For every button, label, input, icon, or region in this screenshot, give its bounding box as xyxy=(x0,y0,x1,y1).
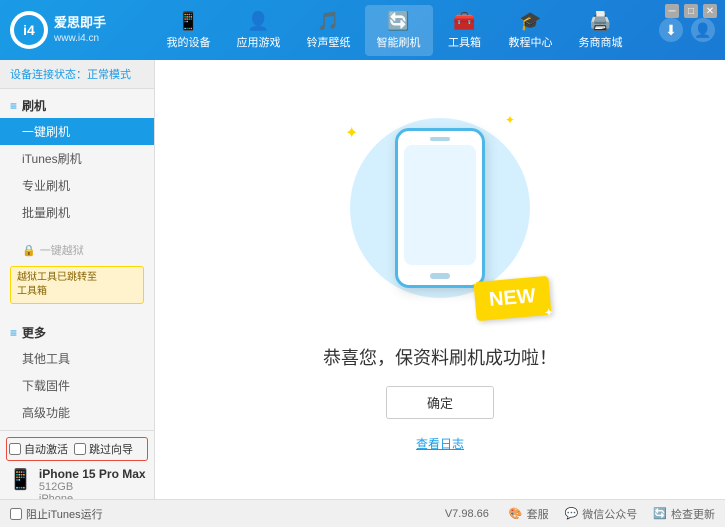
window-controls: ─ □ ✕ xyxy=(665,4,717,18)
sidebar-item-download-firmware[interactable]: 下载固件 xyxy=(0,372,154,399)
ringtones-icon: 🎵 xyxy=(317,11,339,32)
phone-home-btn xyxy=(430,273,450,279)
lock-icon: 🔒 xyxy=(22,244,36,257)
tutorials-icon: 🎓 xyxy=(519,11,541,32)
tab-my-device[interactable]: 📱 我的设备 xyxy=(155,5,223,56)
itunes-check-label: 阻止iTunes运行 xyxy=(26,506,103,522)
toolbox-icon: 🧰 xyxy=(453,11,475,32)
phone-body xyxy=(395,128,485,288)
smart-flash-icon: 🔄 xyxy=(387,11,409,32)
itunes-check[interactable]: 阻止iTunes运行 xyxy=(10,506,103,522)
phone-illustration: ✦ ✦ NEW xyxy=(340,108,540,328)
more-section: ≡ 更多 其他工具 下载固件 高级功能 xyxy=(0,316,154,430)
connection-status: 设备连接状态：正常模式 xyxy=(0,60,154,89)
phone-screen xyxy=(404,145,476,265)
device-storage: 512GB xyxy=(39,481,146,493)
confirm-button[interactable]: 确定 xyxy=(386,386,494,419)
sidebar-item-advanced[interactable]: 高级功能 xyxy=(0,399,154,426)
logo-icon: i4 xyxy=(10,11,48,49)
header-right: ⬇ 👤 xyxy=(659,18,725,42)
account-btn[interactable]: 👤 xyxy=(691,18,715,42)
main-container: 设备连接状态：正常模式 ≡ 刷机 一键刷机 iTunes刷机 专业刷机 批量刷机… xyxy=(0,60,725,499)
success-content: ✦ ✦ NEW 恭喜您，保资料刷机成功啦！ 确定 查看日志 xyxy=(323,108,557,452)
new-badge: NEW xyxy=(474,275,552,320)
auto-row: 自动激活 跳过向导 xyxy=(6,437,148,461)
tab-toolbox[interactable]: 🧰 工具箱 xyxy=(435,5,495,56)
more-group-icon: ≡ xyxy=(10,326,17,340)
close-btn[interactable]: ✕ xyxy=(703,4,717,18)
disabled-jailbreak: 🔒 一键越狱 xyxy=(0,238,154,262)
skin-icon: 🎨 xyxy=(509,507,523,520)
logo-area: i4 爱思即手 www.i4.cn xyxy=(0,11,130,49)
guided-activation-checkbox[interactable]: 跳过向导 xyxy=(74,441,133,457)
app-name: 爱思即手 xyxy=(54,15,106,32)
flash-section: ≡ 刷机 一键刷机 iTunes刷机 专业刷机 批量刷机 xyxy=(0,89,154,230)
sidebar-item-pro-flash[interactable]: 专业刷机 xyxy=(0,172,154,199)
sidebar: 设备连接状态：正常模式 ≡ 刷机 一键刷机 iTunes刷机 专业刷机 批量刷机… xyxy=(0,60,155,499)
sidebar-item-other-tools[interactable]: 其他工具 xyxy=(0,345,154,372)
footer-item-skin[interactable]: 🎨 套服 xyxy=(509,506,549,522)
version-label: V7.98.66 xyxy=(445,508,489,520)
jailbreak-notice: 越狱工具已跳转至 工具箱 xyxy=(10,266,144,304)
tab-tutorials[interactable]: 🎓 教程中心 xyxy=(497,5,565,56)
sidebar-item-batch-flash[interactable]: 批量刷机 xyxy=(0,199,154,226)
device-type: iPhone xyxy=(39,493,146,499)
update-icon: 🔄 xyxy=(653,507,667,520)
tab-apps-games[interactable]: 👤 应用游戏 xyxy=(225,5,293,56)
minimize-btn[interactable]: ─ xyxy=(665,4,679,18)
device-phone-icon: 📱 xyxy=(8,467,33,492)
more-group-header: ≡ 更多 xyxy=(0,320,154,345)
flash-group-header: ≡ 刷机 xyxy=(0,93,154,118)
my-device-icon: 📱 xyxy=(177,11,199,32)
device-info: 📱 iPhone 15 Pro Max 512GB iPhone xyxy=(6,465,148,499)
apps-games-icon: 👤 xyxy=(247,11,269,32)
footer-item-wechat[interactable]: 💬 微信公众号 xyxy=(565,506,638,522)
footer-right: 🎨 套服 💬 微信公众号 🔄 检查更新 xyxy=(509,506,715,522)
flash-group-icon: ≡ xyxy=(10,99,17,113)
auto-activate-checkbox[interactable]: 自动激活 xyxy=(9,441,68,457)
itunes-check-input[interactable] xyxy=(10,508,22,520)
phone-speaker xyxy=(430,137,450,141)
app-header: i4 爱思即手 www.i4.cn 📱 我的设备 👤 应用游戏 🎵 铃声壁纸 🔄 xyxy=(0,0,725,60)
wechat-icon: 💬 xyxy=(565,507,579,520)
maximize-btn[interactable]: □ xyxy=(684,4,698,18)
sidebar-bottom: 自动激活 跳过向导 📱 iPhone 15 Pro Max 512GB iPho… xyxy=(0,430,154,499)
main-content: ✦ ✦ NEW 恭喜您，保资料刷机成功啦！ 确定 查看日志 xyxy=(155,60,725,499)
services-icon: 🖨️ xyxy=(589,11,611,32)
tab-ringtones[interactable]: 🎵 铃声壁纸 xyxy=(295,5,363,56)
sparkle-icon-2: ✦ xyxy=(505,113,515,127)
download-btn[interactable]: ⬇ xyxy=(659,18,683,42)
tab-smart-flash[interactable]: 🔄 智能刷机 xyxy=(365,5,433,56)
nav-tabs: 📱 我的设备 👤 应用游戏 🎵 铃声壁纸 🔄 智能刷机 🧰 工具箱 🎓 xyxy=(130,5,659,56)
sidebar-item-itunes-flash[interactable]: iTunes刷机 xyxy=(0,145,154,172)
device-name: iPhone 15 Pro Max xyxy=(39,467,146,481)
sidebar-item-one-key-flash[interactable]: 一键刷机 xyxy=(0,118,154,145)
tab-services[interactable]: 🖨️ 务商商城 xyxy=(567,5,635,56)
app-url: www.i4.cn xyxy=(54,32,106,45)
sparkle-icon-1: ✦ xyxy=(345,123,358,143)
success-text: 恭喜您，保资料刷机成功啦！ xyxy=(323,344,557,370)
footer-item-check-update[interactable]: 🔄 检查更新 xyxy=(653,506,715,522)
log-link[interactable]: 查看日志 xyxy=(416,435,464,452)
guided-activation-input[interactable] xyxy=(74,443,86,455)
auto-activate-input[interactable] xyxy=(9,443,21,455)
app-footer: 阻止iTunes运行 V7.98.66 🎨 套服 💬 微信公众号 🔄 检查更新 xyxy=(0,499,725,527)
